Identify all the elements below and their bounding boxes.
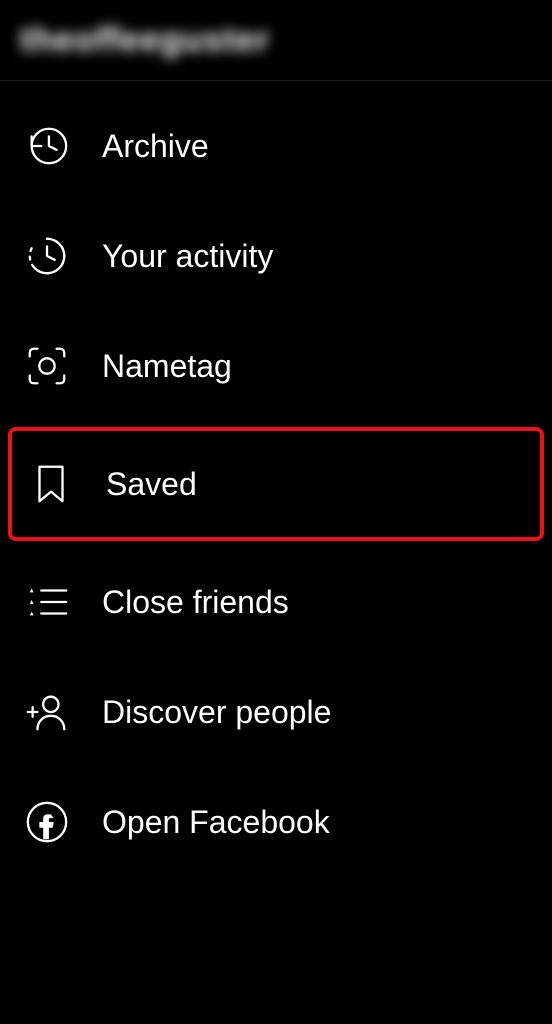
menu-item-label: Your activity — [102, 238, 273, 275]
header: theoffeeguster — [0, 0, 552, 81]
menu-item-label: Saved — [106, 466, 197, 503]
menu-item-saved[interactable]: Saved — [8, 427, 544, 541]
menu-item-close-friends[interactable]: Close friends — [0, 547, 552, 657]
menu-item-label: Archive — [102, 128, 209, 165]
menu-item-label: Nametag — [102, 348, 232, 385]
username-title: theoffeeguster — [20, 21, 270, 60]
side-menu: Archive Your activity Nametag — [0, 81, 552, 887]
nametag-scan-icon — [20, 339, 74, 393]
star-list-icon — [20, 575, 74, 629]
menu-item-label: Discover people — [102, 694, 331, 731]
menu-item-nametag[interactable]: Nametag — [0, 311, 552, 421]
menu-item-label: Open Facebook — [102, 804, 330, 841]
activity-clock-icon — [20, 229, 74, 283]
menu-item-your-activity[interactable]: Your activity — [0, 201, 552, 311]
menu-item-archive[interactable]: Archive — [0, 91, 552, 201]
menu-item-open-facebook[interactable]: Open Facebook — [0, 767, 552, 877]
archive-history-icon — [20, 119, 74, 173]
add-person-icon — [20, 685, 74, 739]
facebook-icon — [20, 795, 74, 849]
menu-item-label: Close friends — [102, 584, 289, 621]
bookmark-icon — [24, 457, 78, 511]
menu-item-discover-people[interactable]: Discover people — [0, 657, 552, 767]
